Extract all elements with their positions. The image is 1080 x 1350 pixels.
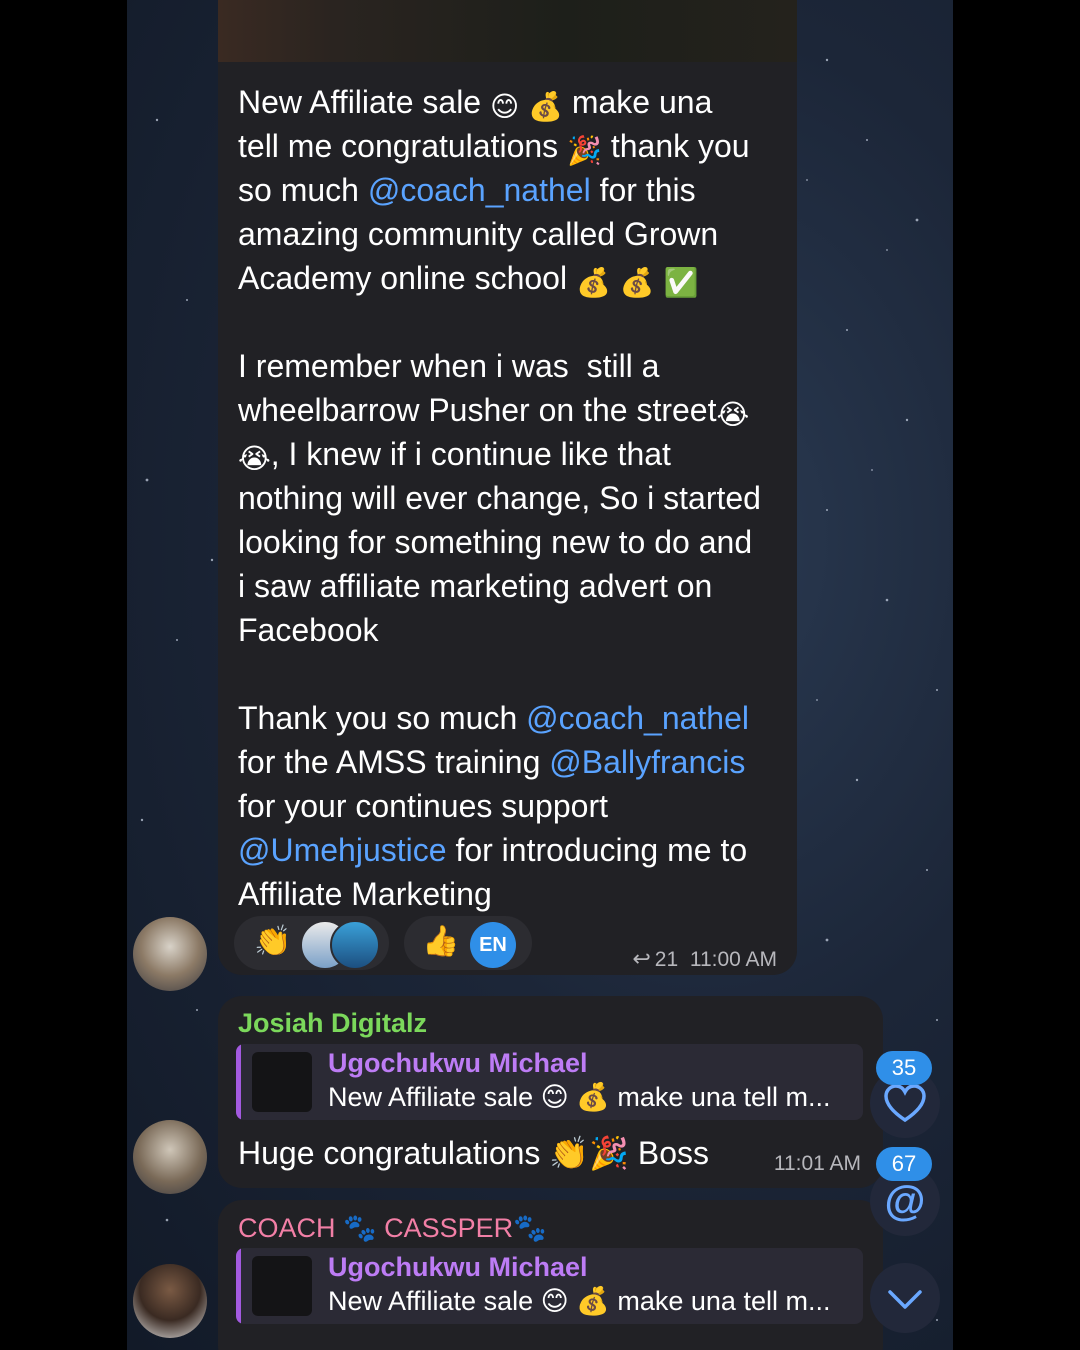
quote-author: Ugochukwu Michael: [328, 1252, 588, 1282]
message-bubble[interactable]: Josiah Digitalz Ugochukwu Michael New Af…: [218, 996, 883, 1188]
quote-bar: [236, 1248, 241, 1324]
avatar: [330, 920, 380, 970]
mention-link[interactable]: @coach_nathel: [526, 700, 749, 736]
mentions-badge: 67: [876, 1147, 932, 1181]
reply-count: 21: [654, 948, 679, 971]
reply-quote[interactable]: Ugochukwu Michael New Affiliate sale 😊 💰…: [236, 1248, 863, 1324]
mention-link[interactable]: @Ballyfrancis: [549, 744, 745, 780]
timestamp: 11:01 AM: [773, 1152, 861, 1175]
media-preview[interactable]: [218, 0, 797, 62]
reply-quote[interactable]: Ugochukwu Michael New Affiliate sale 😊 💰…: [236, 1044, 863, 1120]
sender-name[interactable]: COACH 🐾 CASSPER🐾: [238, 1212, 547, 1244]
scroll-down-button[interactable]: [870, 1263, 940, 1333]
quote-thumbnail: [252, 1256, 312, 1316]
reactor-badge: EN: [470, 922, 516, 968]
quote-thumbnail: [252, 1052, 312, 1112]
quote-author: Ugochukwu Michael: [328, 1048, 588, 1078]
mention-link[interactable]: @coach_nathel: [368, 172, 591, 208]
message-text: New Affiliate sale 😊 💰 make una tell me …: [238, 84, 761, 912]
sender-name[interactable]: Josiah Digitalz: [238, 1008, 427, 1039]
chevron-down-icon: [888, 1290, 922, 1309]
mention-link[interactable]: @Umehjustice: [238, 832, 447, 868]
message-text: Huge congratulations 👏🎉 Boss: [238, 1135, 710, 1171]
message-bubble[interactable]: COACH 🐾 CASSPER🐾 Ugochukwu Michael New A…: [218, 1200, 883, 1350]
reaction-clap[interactable]: 👏: [234, 916, 389, 970]
avatar[interactable]: [133, 1120, 207, 1194]
avatar[interactable]: [133, 917, 207, 991]
chat-view[interactable]: New Affiliate sale 😊 💰 make una tell me …: [127, 0, 953, 1350]
quote-text: New Affiliate sale 😊 💰 make una tell m..…: [328, 1286, 831, 1316]
message-meta: ↩ 21 11:00 AM: [632, 946, 777, 972]
avatar[interactable]: [133, 1264, 207, 1338]
reaction-thumbs-up[interactable]: 👍 EN: [404, 916, 532, 970]
quote-text: New Affiliate sale 😊 💰 make una tell m..…: [328, 1082, 831, 1112]
reactions-badge: 35: [876, 1051, 932, 1085]
timestamp: 11:00 AM: [689, 948, 777, 971]
reply-icon: ↩: [632, 946, 651, 971]
message-bubble[interactable]: New Affiliate sale 😊 💰 make una tell me …: [218, 0, 797, 975]
quote-bar: [236, 1044, 241, 1120]
